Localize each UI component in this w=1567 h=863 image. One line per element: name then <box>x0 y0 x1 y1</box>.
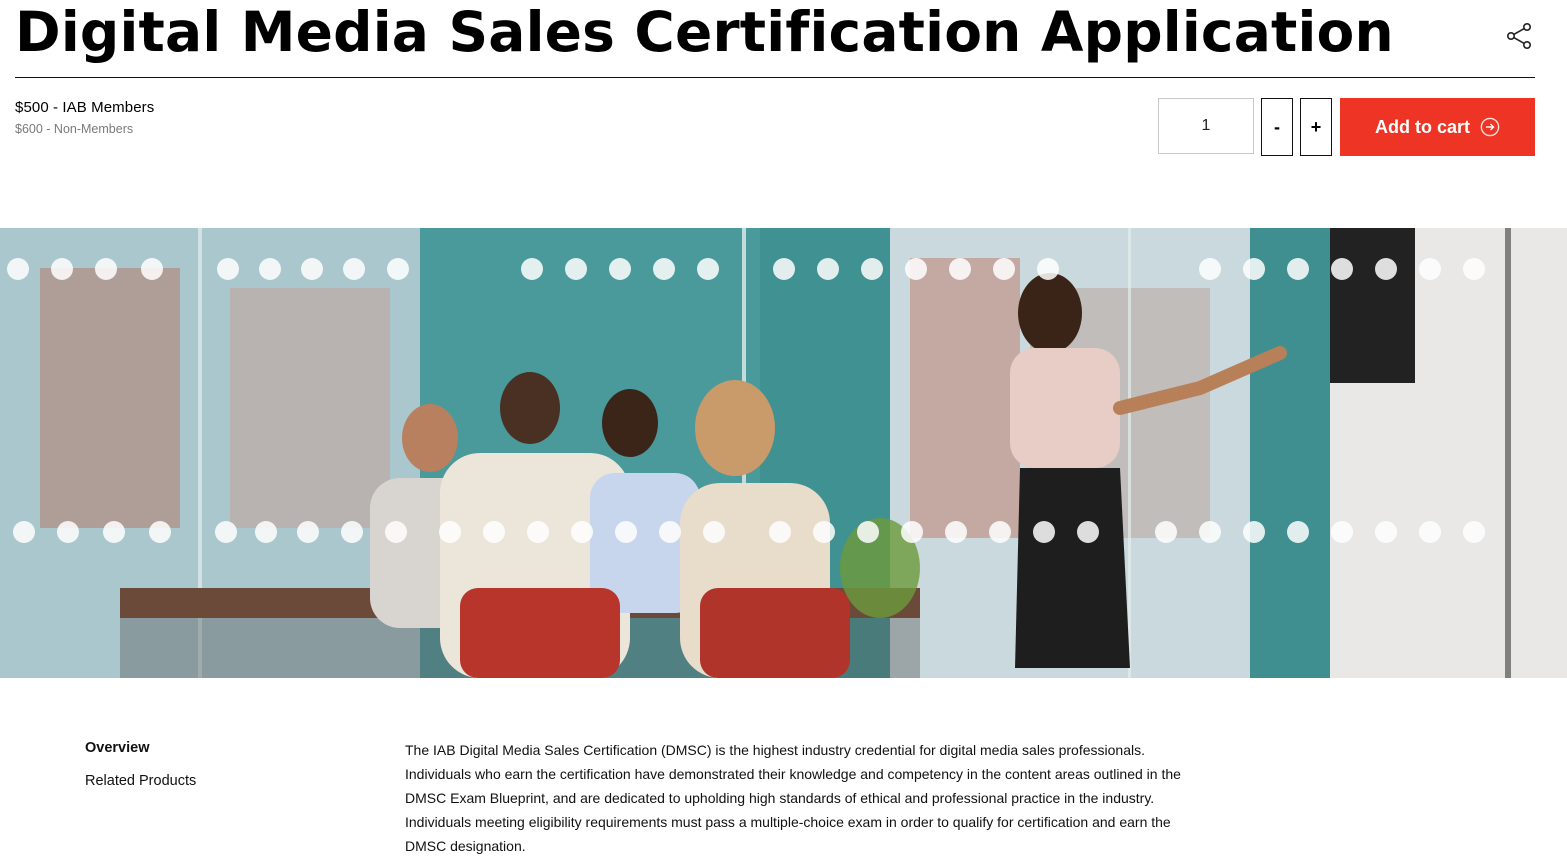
nav-item-overview[interactable]: Overview <box>85 740 196 756</box>
add-to-cart-label: Add to cart <box>1374 116 1470 137</box>
quantity-input[interactable] <box>1158 98 1254 154</box>
share-icon <box>1507 22 1531 49</box>
product-side-nav: Overview Related Products <box>85 740 196 806</box>
nav-item-related-products[interactable]: Related Products <box>85 773 196 789</box>
share-button[interactable] <box>1503 20 1535 52</box>
quantity-increment-button[interactable]: + <box>1300 98 1332 156</box>
add-to-cart-button[interactable]: Add to cart <box>1340 98 1535 156</box>
overview-text: The IAB Digital Media Sales Certificatio… <box>405 742 1181 854</box>
title-divider <box>15 77 1535 78</box>
page-title: Digital Media Sales Certification Applic… <box>15 0 1394 64</box>
quantity-decrement-button[interactable]: - <box>1261 98 1293 156</box>
price-members: $500 - IAB Members <box>15 99 155 116</box>
hero-image <box>0 228 1567 678</box>
price-nonmembers: $600 - Non-Members <box>15 122 134 136</box>
arrow-circle-right-icon <box>1480 117 1500 137</box>
